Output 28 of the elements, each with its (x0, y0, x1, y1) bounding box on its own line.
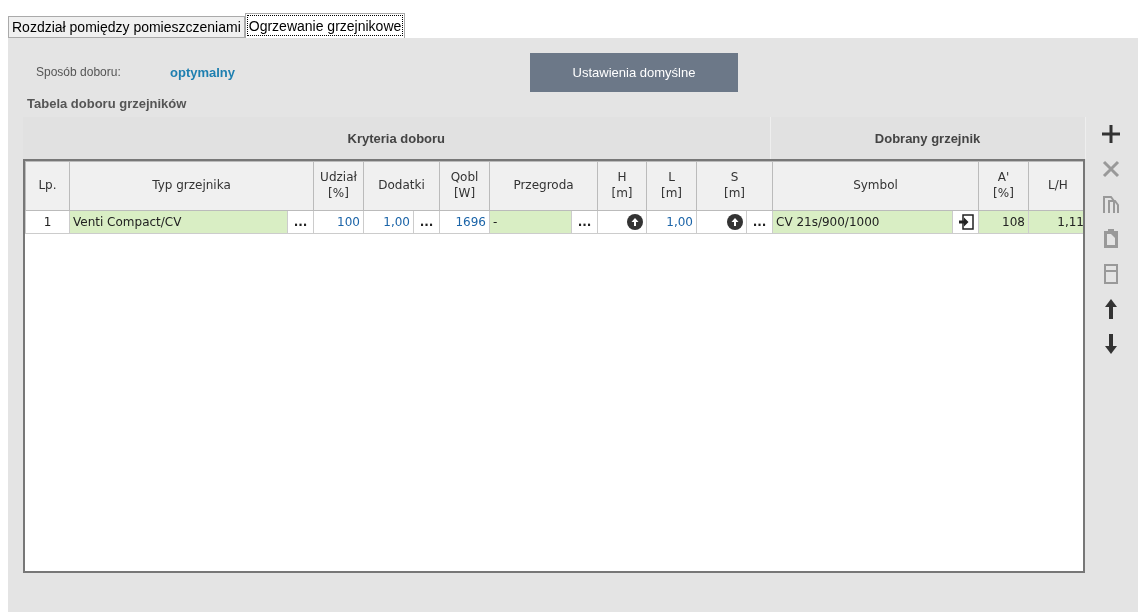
group-title: Tabela doboru grzejników (26, 95, 188, 113)
table-cell: - (490, 211, 571, 233)
column-header[interactable]: S [m] (696, 161, 773, 211)
table-cell: CV 21s/900/1000 (773, 211, 952, 233)
column-header[interactable]: Qobl [W] (439, 161, 490, 211)
column-header[interactable]: Typ grzejnika (69, 161, 314, 211)
add-icon[interactable] (1100, 123, 1121, 145)
column-header[interactable]: Lp. (25, 161, 70, 211)
column-header[interactable]: Udział [%] (313, 161, 364, 211)
table-cell: 1,11 (1029, 211, 1083, 233)
selection-label: Sposób doboru: (35, 65, 122, 79)
up-arrow-circle-icon[interactable] (727, 214, 743, 230)
column-header[interactable]: Przegroda (489, 161, 598, 211)
table-cell: Venti Compact/CV (70, 211, 287, 233)
tab[interactable]: Rozdział pomiędzy pomieszczeniami (8, 16, 245, 38)
column-header[interactable]: L/H (1028, 161, 1083, 211)
default-settings-button[interactable]: Ustawienia domyślne (530, 52, 738, 92)
column-header[interactable]: Symbol (772, 161, 979, 211)
table-cell: 108 (979, 211, 1028, 233)
selection-value[interactable]: optymalny (170, 64, 420, 80)
column-header[interactable]: L [m] (646, 161, 697, 211)
column-header[interactable]: H [m] (597, 161, 647, 211)
enter-icon (957, 214, 974, 230)
band-header: Dobrany grzejnik (770, 117, 1086, 159)
up-arrow-circle-icon[interactable] (627, 214, 643, 230)
column-header[interactable]: Dodatki (363, 161, 440, 211)
tab[interactable]: Ogrzewanie grzejnikowe (244, 13, 406, 38)
column-header[interactable]: A' [%] (978, 161, 1029, 211)
